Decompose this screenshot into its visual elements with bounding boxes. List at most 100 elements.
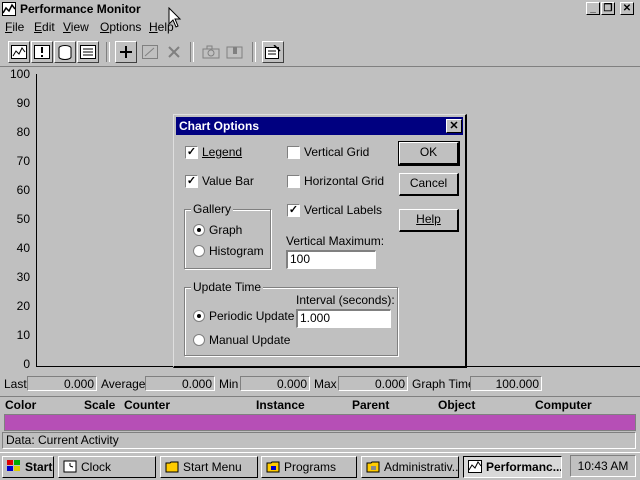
interval-input[interactable]: 1.000 xyxy=(296,309,391,328)
taskbar: Start Clock Start Menu Programs Administ… xyxy=(0,452,640,480)
max-value: 0.000 xyxy=(338,376,408,391)
task-clock[interactable]: Clock xyxy=(58,456,156,478)
task-performance-monitor[interactable]: Performanc... xyxy=(463,456,562,478)
chart-view-icon xyxy=(11,45,27,59)
manual-update-radio[interactable] xyxy=(193,334,205,346)
periodic-update-label[interactable]: Periodic Update xyxy=(209,309,294,323)
max-label: Max xyxy=(314,377,337,391)
legend-checkbox[interactable]: ✓ xyxy=(185,146,198,159)
value-bar-label[interactable]: Value Bar xyxy=(202,174,254,188)
menu-edit-rest: dit xyxy=(42,20,55,34)
vertical-grid-checkbox[interactable] xyxy=(287,146,300,159)
vertical-grid-label[interactable]: Vertical Grid xyxy=(304,145,369,159)
task-administrative-tools[interactable]: Administrativ... xyxy=(361,456,459,478)
cancel-button[interactable]: Cancel xyxy=(399,173,459,196)
dialog-close-button[interactable]: ✕ xyxy=(446,119,462,133)
title-bar[interactable]: Performance Monitor _ ❐ ✕ xyxy=(0,0,640,19)
help-button[interactable]: Help xyxy=(399,209,459,232)
restore-button[interactable]: ❐ xyxy=(601,2,615,15)
admin-tools-icon xyxy=(366,461,380,473)
horizontal-grid-checkbox[interactable] xyxy=(287,175,300,188)
vertical-maximum-input[interactable]: 100 xyxy=(286,250,376,269)
menu-view[interactable]: View xyxy=(63,20,89,34)
horizontal-grid-label[interactable]: Horizontal Grid xyxy=(304,174,384,188)
bookmark-button[interactable] xyxy=(224,41,246,63)
y-tick-label: 70 xyxy=(16,154,30,168)
graph-radio[interactable] xyxy=(193,224,205,236)
legend-col-color: Color xyxy=(5,398,37,412)
y-tick-label: 20 xyxy=(16,299,30,313)
update-now-button[interactable] xyxy=(200,41,222,63)
performance-monitor-app-icon[interactable] xyxy=(2,2,16,16)
gallery-group xyxy=(184,209,271,269)
log-view-icon xyxy=(58,44,72,60)
mouse-cursor-icon xyxy=(168,7,182,28)
delete-counter-icon xyxy=(168,46,180,58)
folder-icon xyxy=(165,461,179,473)
radio-dot-icon xyxy=(197,228,201,232)
close-button[interactable]: ✕ xyxy=(620,2,634,15)
minimize-button[interactable]: _ xyxy=(586,2,600,15)
report-view-button[interactable] xyxy=(77,41,99,63)
menu-help-mnemonic: H xyxy=(149,20,158,34)
legend-col-computer: Computer xyxy=(535,398,592,412)
checkmark-icon: ✓ xyxy=(186,146,197,158)
alert-view-button[interactable] xyxy=(31,41,53,63)
chart-view-button[interactable] xyxy=(8,41,30,63)
task-start-menu[interactable]: Start Menu xyxy=(160,456,258,478)
y-tick-label: 90 xyxy=(16,96,30,110)
periodic-update-radio[interactable] xyxy=(193,310,205,322)
legend-col-instance: Instance xyxy=(256,398,305,412)
average-label: Average xyxy=(101,377,146,391)
task-programs[interactable]: Programs xyxy=(261,456,357,478)
legend-col-parent: Parent xyxy=(352,398,390,412)
graph-label[interactable]: Graph xyxy=(209,223,242,237)
edit-counter-button[interactable] xyxy=(139,41,161,63)
log-view-button[interactable] xyxy=(54,41,76,63)
y-tick-label: 80 xyxy=(16,125,30,139)
menu-bar: File Edit View Options Help xyxy=(0,7,640,37)
y-tick-label: 60 xyxy=(16,183,30,197)
close-icon: ✕ xyxy=(622,3,632,14)
menu-options-rest: ptions xyxy=(109,20,142,34)
average-value: 0.000 xyxy=(145,376,215,391)
histogram-label[interactable]: Histogram xyxy=(209,244,264,258)
system-clock[interactable]: 10:43 AM xyxy=(570,455,636,477)
vertical-labels-label[interactable]: Vertical Labels xyxy=(304,203,382,217)
min-value: 0.000 xyxy=(240,376,310,391)
window-title: Performance Monitor xyxy=(20,2,141,16)
manual-update-label[interactable]: Manual Update xyxy=(209,333,290,347)
options-button[interactable] xyxy=(262,41,284,63)
restore-icon: ❐ xyxy=(603,3,613,14)
options-icon xyxy=(265,45,281,59)
toolbar-separator xyxy=(190,42,194,62)
menu-options-mnemonic: O xyxy=(100,20,110,34)
checkmark-icon: ✓ xyxy=(288,204,299,216)
task-label: Performanc... xyxy=(486,460,562,474)
bookmark-icon xyxy=(226,46,243,59)
y-tick-label: 30 xyxy=(16,270,30,284)
add-counter-button[interactable] xyxy=(115,41,137,63)
menu-edit-mnemonic: E xyxy=(34,20,43,34)
programs-icon xyxy=(266,461,280,473)
legend-col-object: Object xyxy=(438,398,476,412)
value-bar-checkbox[interactable]: ✓ xyxy=(185,175,198,188)
vertical-labels-checkbox[interactable]: ✓ xyxy=(287,204,300,217)
menu-view-mnemonic: V xyxy=(63,20,71,34)
menu-edit[interactable]: Edit xyxy=(34,20,55,34)
delete-counter-button[interactable] xyxy=(163,41,185,63)
dialog-title-bar[interactable]: Chart Options ✕ xyxy=(176,117,463,135)
clock-icon xyxy=(63,460,77,473)
legend-label[interactable]: Legend xyxy=(202,145,242,159)
ok-button[interactable]: OK xyxy=(398,141,460,166)
legend-list[interactable] xyxy=(4,414,636,431)
y-axis-line xyxy=(36,74,37,367)
status-bar: Data: Current Activity xyxy=(2,432,636,449)
menu-file[interactable]: File xyxy=(5,20,24,34)
y-tick-label: 0 xyxy=(23,357,30,371)
menu-options[interactable]: Options xyxy=(100,20,141,34)
update-time-title: Update Time xyxy=(191,280,264,294)
histogram-radio[interactable] xyxy=(193,245,205,257)
legend-col-counter: Counter xyxy=(124,398,170,412)
start-button[interactable]: Start xyxy=(2,456,54,478)
